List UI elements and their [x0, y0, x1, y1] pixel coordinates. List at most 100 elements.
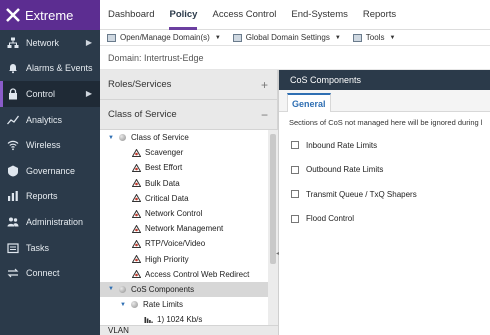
tree-scrollbar[interactable] [268, 130, 278, 325]
scrollbar-thumb[interactable] [270, 134, 276, 264]
cos-profile-icon [132, 209, 141, 218]
expand-arrow-icon[interactable]: ▼ [120, 302, 128, 308]
roles-services-header[interactable]: Roles/Services + [100, 70, 277, 100]
checkbox-label: Flood Control [306, 214, 355, 224]
global-domain-settings-menu[interactable]: Global Domain Settings ▼ [232, 33, 341, 42]
nav-item-governance[interactable]: Governance [0, 158, 100, 184]
nav-label-administration: Administration [26, 216, 84, 227]
tree-label: Network Control [145, 209, 203, 219]
tree-row-cos[interactable]: RTP/Voice/Video [100, 236, 268, 251]
tab-general[interactable]: General [287, 93, 331, 112]
top-tabs: Dashboard Policy Access Control End-Syst… [100, 0, 490, 30]
open-manage-domains-label: Open/Manage Domain(s) [120, 33, 210, 42]
class-of-service-header[interactable]: Class of Service − [100, 100, 277, 130]
tree-row-class-of-service[interactable]: ▼ Class of Service [100, 130, 268, 145]
brand-name: Extreme [25, 7, 74, 23]
caret-down-icon: ▼ [389, 34, 396, 41]
tree-row-cos[interactable]: Network Management [100, 221, 268, 236]
nav-item-wireless[interactable]: Wireless [0, 132, 100, 158]
tree-row-cos[interactable]: High Priority [100, 252, 268, 267]
tab-access-control[interactable]: Access Control [212, 0, 276, 30]
left-panel: Roles/Services + Class of Service − ▼ Cl… [100, 70, 278, 335]
nav-item-analytics[interactable]: Analytics [0, 107, 100, 133]
tab-dashboard[interactable]: Dashboard [108, 0, 154, 30]
nav-item-network[interactable]: Network ▶ [0, 30, 100, 56]
tree-row-cos[interactable]: Bulk Data [100, 176, 268, 191]
cos-profile-icon [132, 194, 141, 203]
expand-arrow-icon[interactable]: ▼ [108, 135, 116, 141]
admin-icon [6, 215, 20, 229]
nav-label-control: Control [26, 88, 56, 99]
domain-label: Domain: Intertrust-Edge [100, 46, 490, 70]
checkbox-label: Inbound Rate Limits [306, 140, 378, 150]
tab-end-systems[interactable]: End-Systems [291, 0, 348, 30]
tree-label: Access Control Web Redirect [145, 269, 250, 279]
bell-icon [6, 61, 20, 75]
tree-label: Bulk Data [145, 178, 180, 188]
brand-logo[interactable]: Extreme [0, 0, 100, 30]
nav-label-connect: Connect [26, 268, 60, 279]
chevron-right-icon: ▶ [85, 38, 92, 48]
expand-icon[interactable]: + [261, 78, 268, 92]
transmit-queue-checkbox[interactable]: Transmit Queue / TxQ Shapers [291, 182, 490, 207]
extreme-logo-icon [6, 8, 20, 22]
connect-icon [6, 266, 20, 280]
rate-limit-gauge-icon [144, 316, 153, 323]
tree-row-cos[interactable]: Scavenger [100, 145, 268, 160]
nav-item-connect[interactable]: Connect [0, 260, 100, 286]
checkbox-label: Transmit Queue / TxQ Shapers [306, 189, 417, 199]
tab-reports[interactable]: Reports [363, 0, 396, 30]
tasks-icon [6, 241, 20, 255]
checkbox-box[interactable] [291, 165, 299, 174]
flood-control-checkbox[interactable]: Flood Control [291, 207, 490, 232]
domain-icon [107, 33, 116, 42]
nav-item-reports[interactable]: Reports [0, 184, 100, 210]
tree-row-cos[interactable]: Access Control Web Redirect [100, 267, 268, 282]
cos-profile-icon [132, 163, 141, 172]
tree-row-cos[interactable]: Critical Data [100, 191, 268, 206]
analytics-icon [6, 113, 20, 127]
checkbox-box[interactable] [291, 214, 299, 223]
folder-dot-icon [119, 285, 126, 293]
tree-row-cos-components[interactable]: ▼ CoS Components [100, 281, 268, 298]
nav-label-network: Network [26, 37, 60, 48]
cos-profile-icon [132, 179, 141, 188]
tree-label: RTP/Voice/Video [145, 239, 206, 249]
outbound-rate-limits-checkbox[interactable]: Outbound Rate Limits [291, 158, 490, 183]
inbound-rate-limits-checkbox[interactable]: Inbound Rate Limits [291, 133, 490, 158]
nav-label-governance: Governance [26, 165, 76, 176]
tree-label: Best Effort [145, 163, 183, 173]
nav-item-control[interactable]: Control ▶ [0, 81, 100, 107]
policy-toolbar: Open/Manage Domain(s) ▼ Global Domain Se… [100, 30, 490, 46]
collapse-icon[interactable]: − [261, 108, 268, 122]
cos-profile-icon [132, 224, 141, 233]
checkbox-label: Outbound Rate Limits [306, 165, 384, 175]
tree-row-rate-limits[interactable]: ▼ Rate Limits [100, 297, 268, 312]
nav-item-alarms-events[interactable]: Alarms & Events [0, 56, 100, 82]
tree-label: Scavenger [145, 148, 184, 158]
tree-row-cos[interactable]: Best Effort [100, 160, 268, 175]
tools-label: Tools [365, 33, 385, 42]
global-domain-settings-label: Global Domain Settings [245, 33, 330, 42]
checkbox-box[interactable] [291, 141, 299, 150]
reports-icon [6, 189, 20, 203]
nav-item-administration[interactable]: Administration [0, 209, 100, 235]
tree-label: 1) 1024 Kb/s [157, 315, 203, 325]
nav-label-analytics: Analytics [26, 114, 63, 125]
nav-item-tasks[interactable]: Tasks [0, 235, 100, 261]
checkbox-box[interactable] [291, 190, 299, 199]
expand-arrow-icon[interactable]: ▼ [108, 286, 116, 292]
cos-profile-icon [132, 270, 141, 279]
open-manage-domains-menu[interactable]: Open/Manage Domain(s) ▼ [107, 33, 221, 42]
tools-menu[interactable]: Tools ▼ [352, 33, 396, 42]
info-note: Sections of CoS not managed here will be… [289, 118, 483, 127]
governance-icon [6, 164, 20, 178]
chevron-right-icon: ▶ [85, 89, 92, 99]
nav-label-alarms-events: Alarms & Events [26, 63, 93, 74]
tab-policy[interactable]: Policy [169, 0, 198, 30]
vlan-header[interactable]: VLAN [100, 325, 278, 335]
tree-label: Network Management [145, 224, 224, 234]
tree-row-cos[interactable]: Network Control [100, 206, 268, 221]
cos-tree: ▼ Class of Service Scavenger Best Effort… [100, 130, 268, 325]
tab-strip: General [279, 90, 490, 112]
